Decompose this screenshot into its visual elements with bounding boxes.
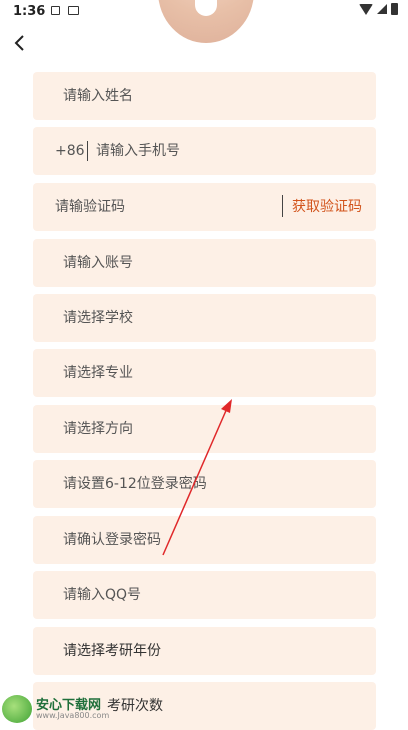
battery-icon [391,3,398,15]
wifi-icon [359,3,373,15]
code-divider [282,195,283,217]
get-code-button[interactable]: 获取验证码 [292,198,362,216]
status-icons [359,3,398,15]
qq-placeholder: 请输入QQ号 [63,587,142,603]
country-code-prefix[interactable]: +86 [55,142,85,160]
avatar-silhouette-icon [195,0,217,16]
back-button[interactable] [8,31,32,55]
account-input[interactable]: 请输入账号 [33,239,376,287]
watermark: 安心下载网 www.Java800.com [0,688,140,727]
avatar[interactable] [158,0,254,43]
name-placeholder: 请输入姓名 [63,88,133,104]
name-input[interactable]: 请输入姓名 [33,72,376,120]
exam-year-placeholder: 请选择考研年份 [63,643,161,659]
confirm-password-input[interactable]: 请确认登录密码 [33,516,376,564]
account-placeholder: 请输入账号 [63,255,133,271]
major-select[interactable]: 请选择专业 [33,349,376,397]
phone-placeholder: 请输入手机号 [96,143,180,159]
phone-divider [87,141,88,161]
direction-select[interactable]: 请选择方向 [33,405,376,453]
direction-placeholder: 请选择方向 [63,421,133,437]
watermark-url: www.Java800.com [36,711,110,720]
school-select[interactable]: 请选择学校 [33,294,376,342]
password-input[interactable]: 请设置6-12位登录密码 [33,460,376,508]
screen-notification-icon [68,6,79,15]
signal-icon [377,4,387,14]
confirm-password-placeholder: 请确认登录密码 [63,532,161,548]
qq-input[interactable]: 请输入QQ号 [33,571,376,619]
status-time: 1:36 [13,4,46,19]
school-placeholder: 请选择学校 [63,310,133,326]
watermark-logo-icon [2,695,32,723]
major-placeholder: 请选择专业 [63,365,133,381]
verification-code-input[interactable]: 请输验证码 获取验证码 [33,183,376,231]
exam-year-select[interactable]: 请选择考研年份 [33,627,376,675]
password-placeholder: 请设置6-12位登录密码 [63,476,207,492]
chevron-left-icon [14,35,24,51]
phone-input[interactable]: +86 请输入手机号 [33,127,376,175]
a-notification-icon [51,6,60,15]
verification-code-placeholder: 请输验证码 [55,199,125,215]
